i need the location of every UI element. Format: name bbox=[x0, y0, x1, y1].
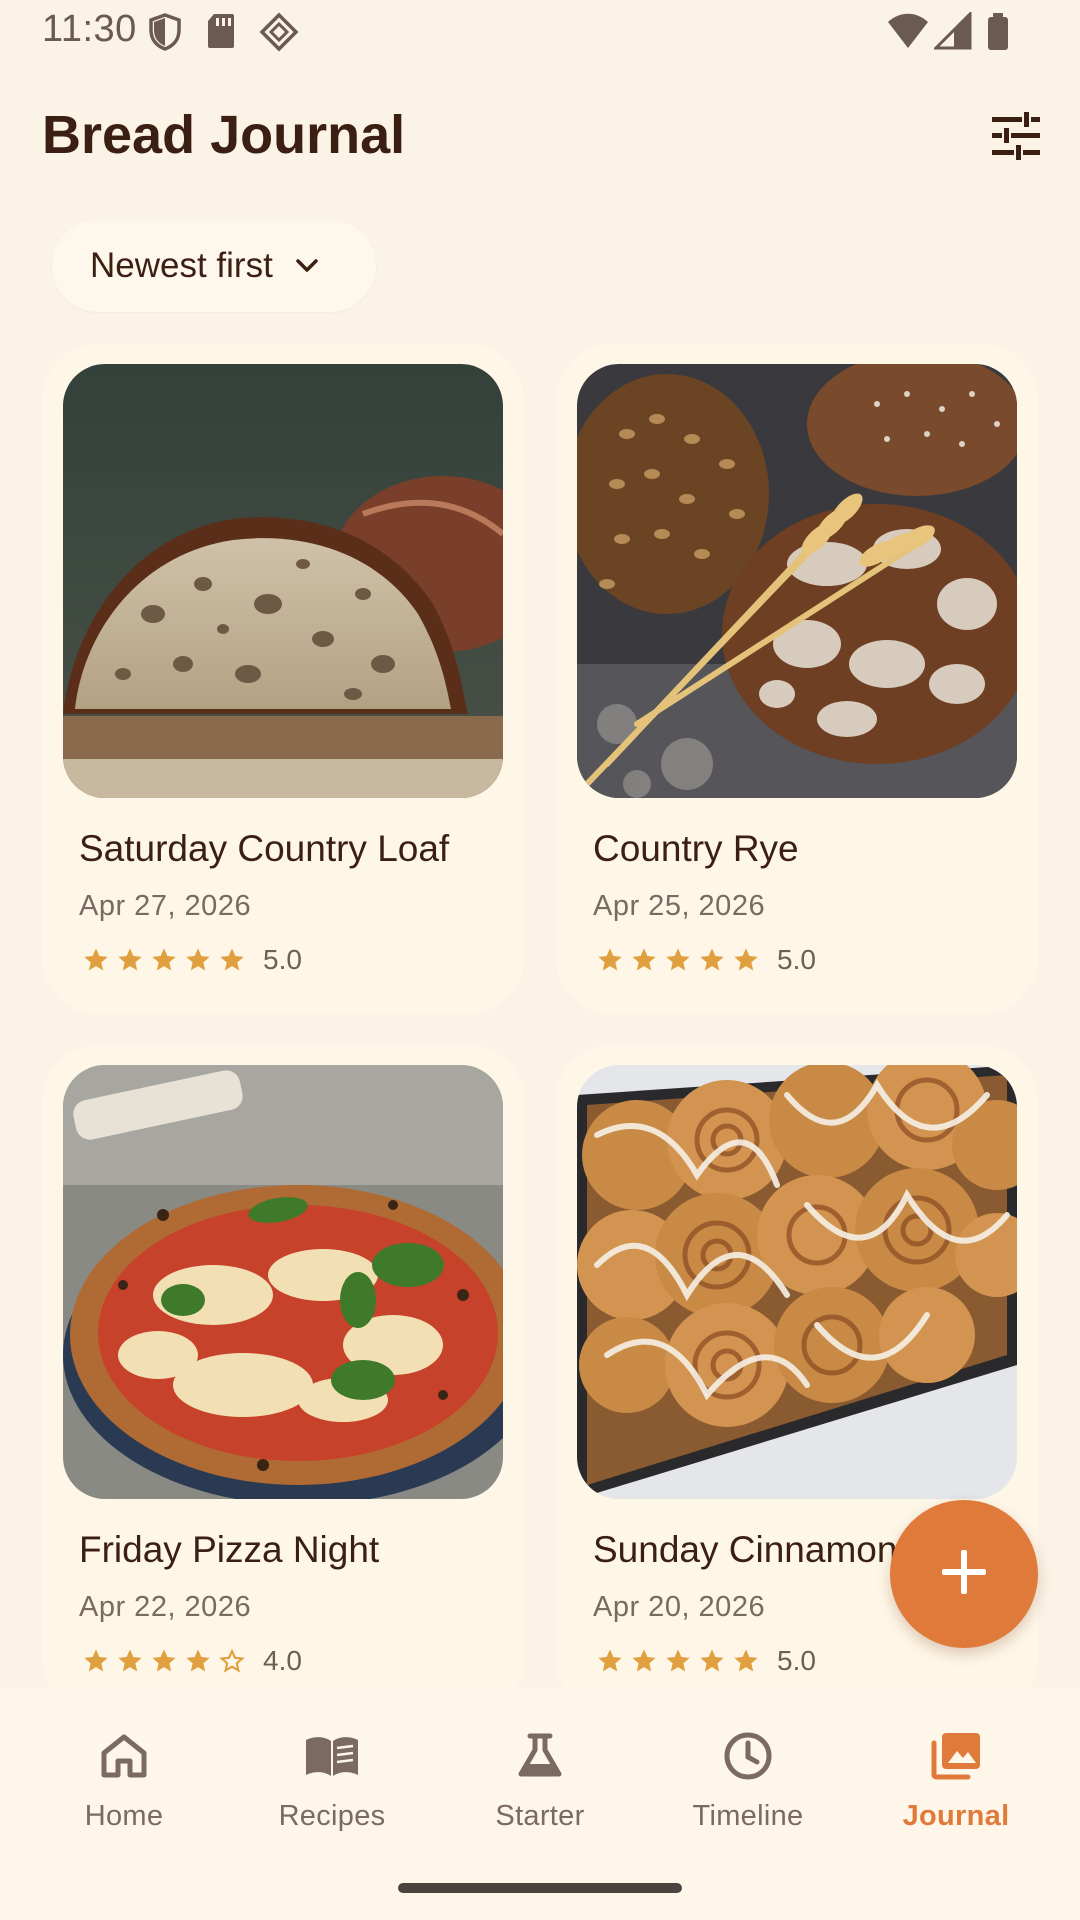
rating-value: 5.0 bbox=[263, 944, 302, 975]
flask-icon bbox=[512, 1728, 568, 1784]
star-filled-icon bbox=[695, 945, 729, 975]
home-indicator[interactable] bbox=[398, 1883, 682, 1893]
entry-title: Saturday Country Loaf bbox=[79, 828, 450, 869]
entry-date: Apr 25, 2026 bbox=[593, 890, 766, 922]
nav-label-home: Home bbox=[84, 1800, 164, 1832]
star-rating: 5.0 bbox=[79, 944, 302, 976]
star-filled-icon bbox=[181, 1646, 215, 1676]
diamond-icon bbox=[258, 12, 300, 57]
chevron-down-icon bbox=[295, 258, 319, 274]
photo-library-icon bbox=[928, 1728, 984, 1784]
star-filled-icon bbox=[79, 1646, 113, 1676]
star-filled-icon bbox=[593, 945, 627, 975]
star-filled-icon bbox=[729, 1646, 763, 1676]
nav-item-journal[interactable]: Journal bbox=[856, 1728, 1056, 1848]
sort-dropdown[interactable]: Newest first bbox=[52, 220, 376, 312]
tune-icon bbox=[990, 111, 1042, 165]
nav-item-home[interactable]: Home bbox=[24, 1728, 224, 1848]
rating-value: 5.0 bbox=[777, 1645, 816, 1676]
sd-card-icon bbox=[206, 12, 236, 55]
signal-icon bbox=[932, 10, 974, 55]
plus-icon bbox=[940, 1548, 988, 1601]
clock-icon bbox=[720, 1728, 776, 1784]
sourdough-loaf-photo bbox=[63, 364, 503, 798]
book-icon bbox=[304, 1728, 360, 1784]
nav-label-starter: Starter bbox=[495, 1800, 585, 1832]
rating-value: 5.0 bbox=[777, 944, 816, 975]
shield-icon bbox=[148, 12, 182, 57]
rating-value: 4.0 bbox=[263, 1645, 302, 1676]
star-filled-icon bbox=[593, 1646, 627, 1676]
journal-card[interactable]: Friday Pizza Night Apr 22, 2026 4.0 bbox=[42, 1045, 524, 1688]
journal-card[interactable]: Country Rye Apr 25, 2026 5.0 bbox=[556, 344, 1038, 1014]
entry-date: Apr 22, 2026 bbox=[79, 1591, 252, 1623]
entry-title: Friday Pizza Night bbox=[79, 1529, 380, 1570]
entry-date: Apr 20, 2026 bbox=[593, 1591, 766, 1623]
filter-settings-button[interactable] bbox=[984, 106, 1048, 170]
battery-icon bbox=[986, 12, 1010, 57]
nav-item-timeline[interactable]: Timeline bbox=[648, 1728, 848, 1848]
star-filled-icon bbox=[147, 1646, 181, 1676]
star-filled-icon bbox=[729, 945, 763, 975]
nav-item-starter[interactable]: Starter bbox=[440, 1728, 640, 1848]
status-time: 11:30 bbox=[42, 8, 137, 50]
sort-label: Newest first bbox=[90, 246, 273, 285]
nav-item-recipes[interactable]: Recipes bbox=[232, 1728, 432, 1848]
star-filled-icon bbox=[627, 945, 661, 975]
star-rating: 5.0 bbox=[593, 944, 816, 976]
home-icon bbox=[96, 1728, 152, 1784]
cinnamon-rolls-photo bbox=[577, 1065, 1017, 1499]
star-rating: 4.0 bbox=[79, 1645, 302, 1677]
star-filled-icon bbox=[79, 945, 113, 975]
journal-grid[interactable]: Saturday Country Loaf Apr 27, 2026 5.0 C… bbox=[0, 340, 1080, 1688]
entry-date: Apr 27, 2026 bbox=[79, 890, 252, 922]
star-filled-icon bbox=[113, 945, 147, 975]
pizza-photo bbox=[63, 1065, 503, 1499]
wifi-icon bbox=[886, 12, 930, 55]
status-bar: 11:30 bbox=[0, 0, 1080, 70]
star-filled-icon bbox=[661, 945, 695, 975]
star-rating: 5.0 bbox=[593, 1645, 816, 1677]
journal-card[interactable]: Saturday Country Loaf Apr 27, 2026 5.0 bbox=[42, 344, 524, 1014]
app-screen: 11:30 Bread Journal Newest first Saturda… bbox=[0, 0, 1080, 1920]
page-title: Bread Journal bbox=[42, 105, 406, 165]
star-filled-icon bbox=[181, 945, 215, 975]
star-filled-icon bbox=[113, 1646, 147, 1676]
rye-loaves-photo bbox=[577, 364, 1017, 798]
entry-title: Country Rye bbox=[593, 828, 799, 869]
add-entry-button[interactable] bbox=[890, 1500, 1038, 1648]
nav-label-recipes: Recipes bbox=[278, 1800, 386, 1832]
star-filled-icon bbox=[695, 1646, 729, 1676]
nav-label-timeline: Timeline bbox=[692, 1800, 804, 1832]
star-filled-icon bbox=[661, 1646, 695, 1676]
star-filled-icon bbox=[215, 945, 249, 975]
nav-label-journal: Journal bbox=[902, 1800, 1010, 1832]
star-filled-icon bbox=[627, 1646, 661, 1676]
star-outline-icon bbox=[215, 1646, 249, 1676]
star-filled-icon bbox=[147, 945, 181, 975]
